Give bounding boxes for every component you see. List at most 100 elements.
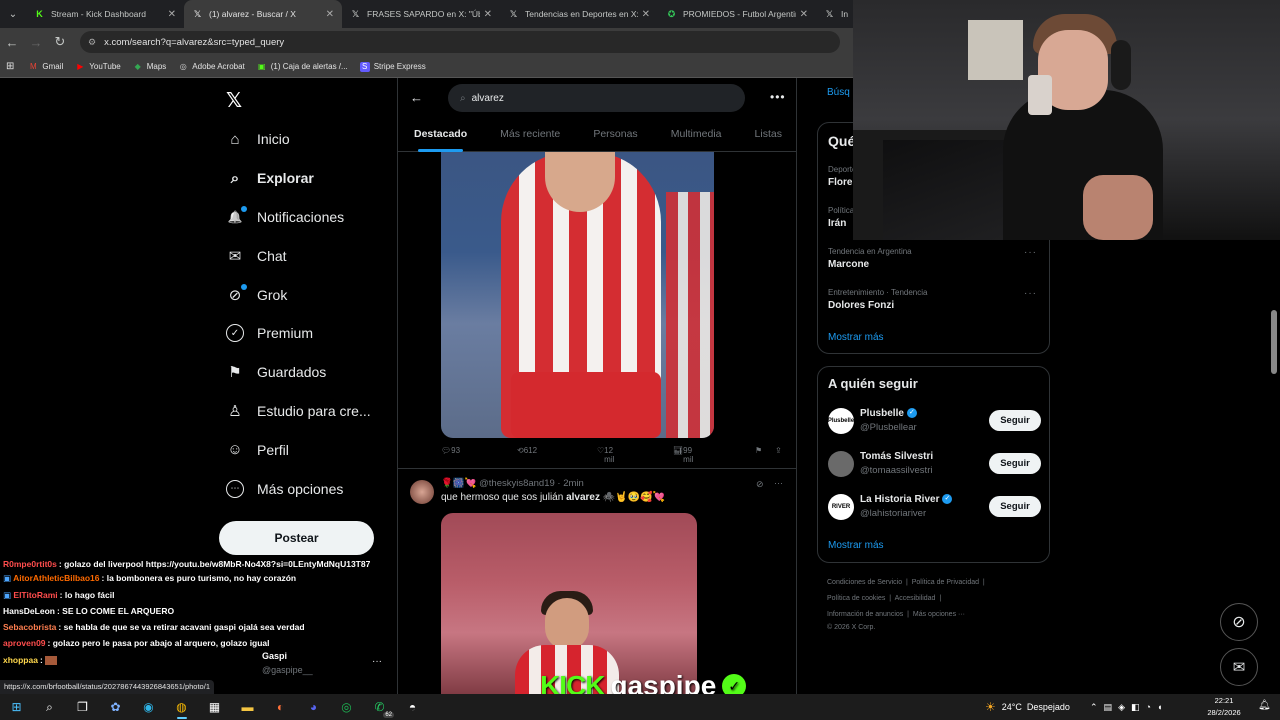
whatsapp-icon[interactable]: ✆ 62: [363, 694, 396, 720]
taskbar-search-icon[interactable]: ⌕: [33, 694, 66, 720]
avatar[interactable]: [410, 480, 434, 504]
nav-premium[interactable]: ✓ Premium: [226, 314, 396, 353]
close-tab-icon[interactable]: ✕: [800, 9, 808, 20]
tray-app-icon[interactable]: ◈: [1118, 702, 1125, 713]
follow-suggestion[interactable]: RIVER La Historia River ✓ @lahistoriarive…: [828, 492, 1041, 522]
trend-more-icon[interactable]: ···: [1024, 247, 1037, 258]
forward-arrow-icon[interactable]: →: [24, 35, 48, 50]
volume-icon[interactable]: ◖: [1157, 702, 1162, 712]
show-more-follow-link[interactable]: Mostrar más: [828, 540, 884, 551]
follow-button[interactable]: Seguir: [989, 496, 1041, 517]
task-view-icon[interactable]: ❐: [66, 694, 99, 720]
apps-grid-icon[interactable]: ⊞: [6, 61, 14, 72]
tweet-author-handle[interactable]: 🌹🎆💘 @theskyis8and19 · 2min: [441, 478, 584, 489]
bookmark-stripe[interactable]: S Stripe Express: [359, 61, 426, 72]
back-arrow-icon[interactable]: ←: [0, 35, 24, 50]
follow-button[interactable]: Seguir: [989, 410, 1041, 431]
tray-expand-icon[interactable]: ⌃: [1090, 702, 1098, 713]
start-button-icon[interactable]: ⊞: [0, 694, 33, 720]
footer-link[interactable]: Condiciones de Servicio: [827, 579, 902, 586]
spotify-icon[interactable]: ◎: [330, 694, 363, 720]
nav-mas-opciones[interactable]: ⋯ Más opciones: [226, 469, 396, 508]
browser-tab[interactable]: 𝕏 FRASES SAPARDO en X: "Úbeda ✕: [342, 0, 500, 28]
footer-link[interactable]: Política de Privacidad: [912, 579, 979, 586]
trend-title[interactable]: Irán: [828, 218, 846, 229]
store-icon[interactable]: ▦: [198, 694, 231, 720]
account-more-icon[interactable]: ···: [372, 656, 382, 667]
browser-tab[interactable]: 𝕏 Inic: [816, 0, 856, 28]
tab-destacado[interactable]: Destacado: [414, 122, 467, 152]
nav-explorar[interactable]: ⌕ Explorar: [226, 159, 396, 198]
grok-icon[interactable]: ⊘: [756, 479, 764, 490]
tab-mas-reciente[interactable]: Más reciente: [500, 122, 560, 151]
bookmark-gmail[interactable]: M Gmail: [28, 62, 63, 72]
search-input[interactable]: ⌕ alvarez: [448, 84, 745, 112]
footer-link[interactable]: Información de anuncios: [827, 611, 903, 618]
repost-action[interactable]: ⟲ 612: [517, 446, 537, 455]
site-info-icon[interactable]: ⚙: [88, 37, 96, 48]
browser-tab[interactable]: 𝕏 Tendencias en Deportes en X: " ✕: [500, 0, 658, 28]
back-arrow-icon[interactable]: ←: [410, 90, 423, 105]
share-icon[interactable]: ⇪: [775, 446, 782, 455]
nav-perfil[interactable]: ☺ Perfil: [226, 430, 396, 469]
chrome-icon[interactable]: ◍: [165, 694, 198, 720]
tray-app-icon[interactable]: ◧: [1131, 702, 1140, 713]
trend-title[interactable]: Dolores Fonzi: [828, 300, 894, 311]
footer-link[interactable]: Accesibilidad: [895, 595, 936, 602]
taskbar-clock[interactable]: 22:21 28/2/2026: [1196, 695, 1252, 719]
bookmark-alerts[interactable]: ▣ (1) Caja de alertas /...: [257, 62, 348, 72]
page-scrollbar[interactable]: [1271, 310, 1277, 374]
tab-search-icon[interactable]: ⌄: [0, 0, 26, 28]
browser-tab-active[interactable]: 𝕏 (1) alvarez - Buscar / X ✕: [184, 0, 342, 28]
reload-icon[interactable]: ↻: [48, 34, 72, 50]
follow-button[interactable]: Seguir: [989, 453, 1041, 474]
bookmark-acrobat[interactable]: ◎ Adobe Acrobat: [178, 62, 245, 72]
like-action[interactable]: ♡ 12 mil: [597, 446, 614, 464]
browser-tab[interactable]: ✪ PROMIEDOS - Futbol Argentino ✕: [658, 0, 816, 28]
tray-app-icon[interactable]: ▤: [1104, 702, 1113, 713]
nav-grok[interactable]: ⊘ Grok: [226, 275, 396, 314]
nav-guardados[interactable]: ⚑ Guardados: [226, 353, 396, 392]
address-bar[interactable]: ⚙ x.com/search?q=alvarez&src=typed_query: [80, 31, 840, 53]
show-more-trends-link[interactable]: Mostrar más: [828, 332, 884, 343]
post-button[interactable]: Postear: [219, 521, 374, 555]
grok-fab-icon[interactable]: ⊘: [1220, 603, 1258, 641]
tab-multimedia[interactable]: Multimedia: [671, 122, 722, 151]
nav-chat[interactable]: ✉ Chat: [226, 236, 396, 275]
reply-action[interactable]: 💬︎ 93: [441, 446, 460, 455]
discord-icon[interactable]: ◕: [297, 694, 330, 720]
copilot-icon[interactable]: ✿: [99, 694, 132, 720]
close-tab-icon[interactable]: ✕: [326, 9, 334, 20]
edge-icon[interactable]: ◉: [132, 694, 165, 720]
close-tab-icon[interactable]: ✕: [642, 9, 650, 20]
browser-tab[interactable]: K Stream - Kick Dashboard ✕: [26, 0, 184, 28]
tab-listas[interactable]: Listas: [755, 122, 782, 151]
tab-personas[interactable]: Personas: [593, 122, 637, 151]
obs-icon[interactable]: ◓: [396, 694, 429, 720]
tweet-more-icon[interactable]: ···: [774, 478, 783, 488]
trend-title[interactable]: Marcone: [828, 259, 869, 270]
close-tab-icon[interactable]: ✕: [484, 9, 492, 20]
views-action[interactable]: 📊︎ 99 mil: [673, 446, 693, 464]
bookmark-maps[interactable]: ◆ Maps: [133, 62, 167, 72]
bookmark-youtube[interactable]: ▶ YouTube: [75, 62, 121, 72]
search-partial[interactable]: Búsq: [827, 87, 850, 98]
footer-link[interactable]: Política de cookies: [827, 595, 885, 602]
notifications-bell-icon[interactable]: 🔔︎: [1258, 700, 1271, 711]
wifi-icon[interactable]: ◔: [1146, 702, 1151, 712]
account-name[interactable]: Gaspi: [262, 651, 287, 661]
file-explorer-icon[interactable]: ▬: [231, 694, 264, 720]
follow-suggestion[interactable]: Tomás Silvestri @tomaassilvestri Seguir: [828, 449, 1041, 479]
nav-estudio[interactable]: ♙ Estudio para cre...: [226, 392, 396, 431]
nav-inicio[interactable]: ⌂ Inicio: [226, 120, 396, 159]
more-options-icon[interactable]: •••: [770, 90, 786, 104]
nav-notificaciones[interactable]: 🔔 Notificaciones: [226, 198, 396, 237]
messages-fab-icon[interactable]: ✉: [1220, 648, 1258, 686]
weather-widget[interactable]: ☀ 24°C Despejado: [985, 694, 1070, 720]
tweet-photo[interactable]: [441, 152, 714, 438]
bookmark-icon[interactable]: ⚑: [755, 446, 762, 455]
footer-link[interactable]: Más opciones ···: [913, 611, 965, 618]
close-tab-icon[interactable]: ✕: [168, 9, 176, 20]
trend-more-icon[interactable]: ···: [1024, 288, 1037, 299]
firefox-icon[interactable]: ◐: [264, 694, 297, 720]
